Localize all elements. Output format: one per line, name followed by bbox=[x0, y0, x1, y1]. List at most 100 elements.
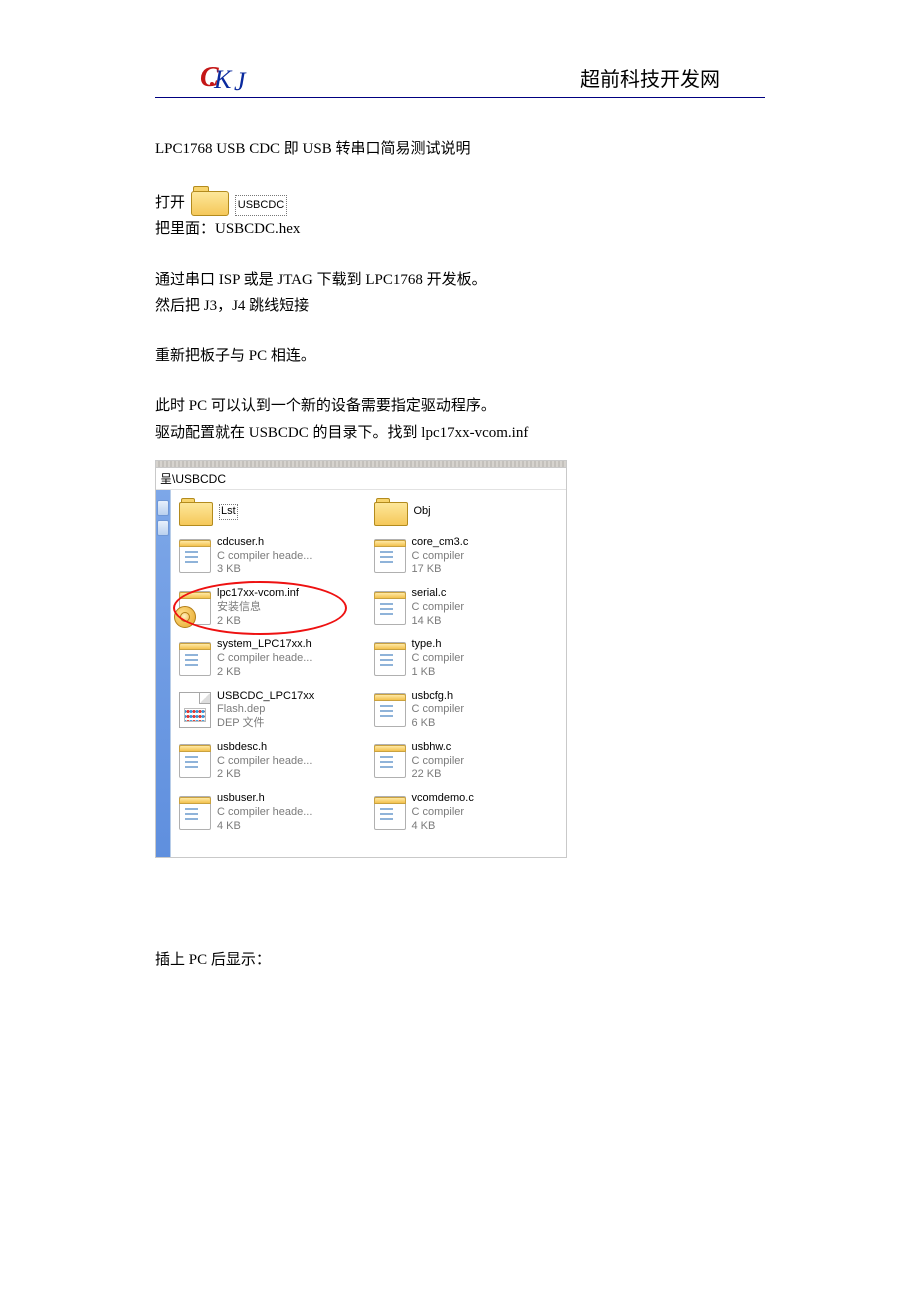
file-meta: C compiler bbox=[412, 806, 474, 820]
file-item[interactable]: usbuser.hC compiler heade...4 KB bbox=[179, 792, 364, 833]
file-name: usbuser.h bbox=[217, 792, 312, 806]
file-meta: 4 KB bbox=[412, 820, 474, 834]
file-meta: 6 KB bbox=[412, 717, 465, 731]
file-pane[interactable]: LstObjcdcuser.hC compiler heade...3 KBco… bbox=[171, 490, 566, 858]
file-text: Obj bbox=[414, 505, 431, 519]
file-name: USBCDC_LPC17xx bbox=[217, 690, 314, 704]
file-item[interactable]: usbdesc.hC compiler heade...2 KB bbox=[179, 741, 364, 782]
file-text: usbcfg.hC compiler6 KB bbox=[412, 690, 465, 731]
address-bar[interactable]: 呈\USBCDC bbox=[156, 468, 566, 490]
file-text: usbdesc.hC compiler heade...2 KB bbox=[217, 741, 312, 782]
site-title: 超前科技开发网 bbox=[580, 63, 765, 94]
inline-folder: USBCDC bbox=[191, 186, 287, 216]
file-meta: 4 KB bbox=[217, 820, 312, 834]
file-item[interactable]: type.hC compiler1 KB bbox=[374, 638, 559, 679]
file-item[interactable]: Obj bbox=[374, 498, 559, 526]
file-name: system_LPC17xx.h bbox=[217, 638, 312, 652]
file-meta: 1 KB bbox=[412, 666, 465, 680]
file-meta: C compiler heade... bbox=[217, 550, 312, 564]
file-text: Lst bbox=[219, 504, 238, 520]
file-item[interactable]: serial.cC compiler14 KB bbox=[374, 587, 559, 628]
hex-line: 把里面：USBCDC.hex bbox=[155, 216, 765, 242]
text-file-icon bbox=[374, 693, 406, 727]
file-name: usbhw.c bbox=[412, 741, 465, 755]
file-text: system_LPC17xx.hC compiler heade...2 KB bbox=[217, 638, 312, 679]
file-text: usbuser.hC compiler heade...4 KB bbox=[217, 792, 312, 833]
file-meta: Flash.dep bbox=[217, 703, 314, 717]
text-file-icon bbox=[179, 744, 211, 778]
file-text: cdcuser.hC compiler heade...3 KB bbox=[217, 536, 312, 577]
file-item[interactable]: usbhw.cC compiler22 KB bbox=[374, 741, 559, 782]
svg-text:K: K bbox=[213, 65, 233, 94]
file-item[interactable]: vcomdemo.cC compiler4 KB bbox=[374, 792, 559, 833]
file-item[interactable]: cdcuser.hC compiler heade...3 KB bbox=[179, 536, 364, 577]
file-text: vcomdemo.cC compiler4 KB bbox=[412, 792, 474, 833]
p1a: 通过串口 ISP 或是 JTAG 下载到 LPC1768 开发板。 bbox=[155, 267, 765, 293]
text-file-icon bbox=[374, 796, 406, 830]
p1b: 然后把 J3，J4 跳线短接 bbox=[155, 293, 765, 319]
text-file-icon bbox=[179, 539, 211, 573]
text-file-icon bbox=[374, 744, 406, 778]
svg-text:J: J bbox=[234, 67, 247, 94]
file-meta: C compiler bbox=[412, 652, 465, 666]
inf-gear-icon bbox=[179, 591, 211, 625]
header: C K J 超前科技开发网 bbox=[155, 60, 765, 98]
file-item[interactable]: core_cm3.cC compiler17 KB bbox=[374, 536, 559, 577]
open-line: 打开 USBCDC bbox=[155, 186, 765, 216]
file-meta: DEP 文件 bbox=[217, 717, 314, 731]
sidebar-knob-icon bbox=[157, 520, 169, 536]
file-meta: 2 KB bbox=[217, 615, 299, 629]
file-text: USBCDC_LPC17xxFlash.depDEP 文件 bbox=[217, 690, 314, 731]
file-item[interactable]: system_LPC17xx.hC compiler heade...2 KB bbox=[179, 638, 364, 679]
file-item[interactable]: USBCDC_LPC17xxFlash.depDEP 文件 bbox=[179, 690, 364, 731]
file-meta: C compiler heade... bbox=[217, 755, 312, 769]
file-text: serial.cC compiler14 KB bbox=[412, 587, 465, 628]
file-name: core_cm3.c bbox=[412, 536, 469, 550]
file-meta: C compiler heade... bbox=[217, 806, 312, 820]
file-item[interactable]: Lst bbox=[179, 498, 364, 526]
file-meta: 2 KB bbox=[217, 666, 312, 680]
logo: C K J bbox=[155, 60, 260, 94]
file-name: Obj bbox=[414, 505, 431, 519]
explorer-titlebar bbox=[156, 461, 566, 468]
file-text: core_cm3.cC compiler17 KB bbox=[412, 536, 469, 577]
file-item[interactable]: lpc17xx-vcom.inf安装信息2 KB bbox=[179, 587, 364, 628]
text-file-icon bbox=[374, 591, 406, 625]
dep-file-icon bbox=[179, 692, 211, 728]
p3b: 驱动配置就在 USBCDC 的目录下。找到 lpc17xx-vcom.inf bbox=[155, 420, 765, 446]
file-meta: C compiler bbox=[412, 755, 465, 769]
text-file-icon bbox=[374, 642, 406, 676]
file-name: Lst bbox=[219, 504, 238, 520]
file-meta: 2 KB bbox=[217, 768, 312, 782]
inline-folder-label: USBCDC bbox=[235, 195, 287, 216]
p2: 重新把板子与 PC 相连。 bbox=[155, 343, 765, 369]
file-meta: C compiler bbox=[412, 550, 469, 564]
file-meta: 3 KB bbox=[217, 563, 312, 577]
sidebar-knob-icon bbox=[157, 500, 169, 516]
file-name: type.h bbox=[412, 638, 465, 652]
file-name: lpc17xx-vcom.inf bbox=[217, 587, 299, 601]
article-body: LPC1768 USB CDC 即 USB 转串口简易测试说明 打开 USBCD… bbox=[155, 136, 765, 446]
text-file-icon bbox=[179, 642, 211, 676]
text-file-icon bbox=[374, 539, 406, 573]
file-name: cdcuser.h bbox=[217, 536, 312, 550]
file-name: vcomdemo.c bbox=[412, 792, 474, 806]
file-meta: C compiler bbox=[412, 601, 465, 615]
file-text: lpc17xx-vcom.inf安装信息2 KB bbox=[217, 587, 299, 628]
file-text: usbhw.cC compiler22 KB bbox=[412, 741, 465, 782]
file-meta: 17 KB bbox=[412, 563, 469, 577]
file-meta: C compiler bbox=[412, 703, 465, 717]
text-file-icon bbox=[179, 796, 211, 830]
file-name: usbcfg.h bbox=[412, 690, 465, 704]
file-meta: 14 KB bbox=[412, 615, 465, 629]
explorer-window: 呈\USBCDC LstObjcdcuser.hC compiler heade… bbox=[155, 460, 567, 859]
folder-icon bbox=[191, 186, 229, 216]
file-text: type.hC compiler1 KB bbox=[412, 638, 465, 679]
logo-icon: C K J bbox=[200, 60, 260, 94]
file-name: usbdesc.h bbox=[217, 741, 312, 755]
file-item[interactable]: usbcfg.hC compiler6 KB bbox=[374, 690, 559, 731]
footer-line: 插上 PC 后显示： bbox=[155, 948, 765, 969]
p3a: 此时 PC 可以认到一个新的设备需要指定驱动程序。 bbox=[155, 393, 765, 419]
explorer-sidebar bbox=[156, 490, 171, 858]
file-name: serial.c bbox=[412, 587, 465, 601]
